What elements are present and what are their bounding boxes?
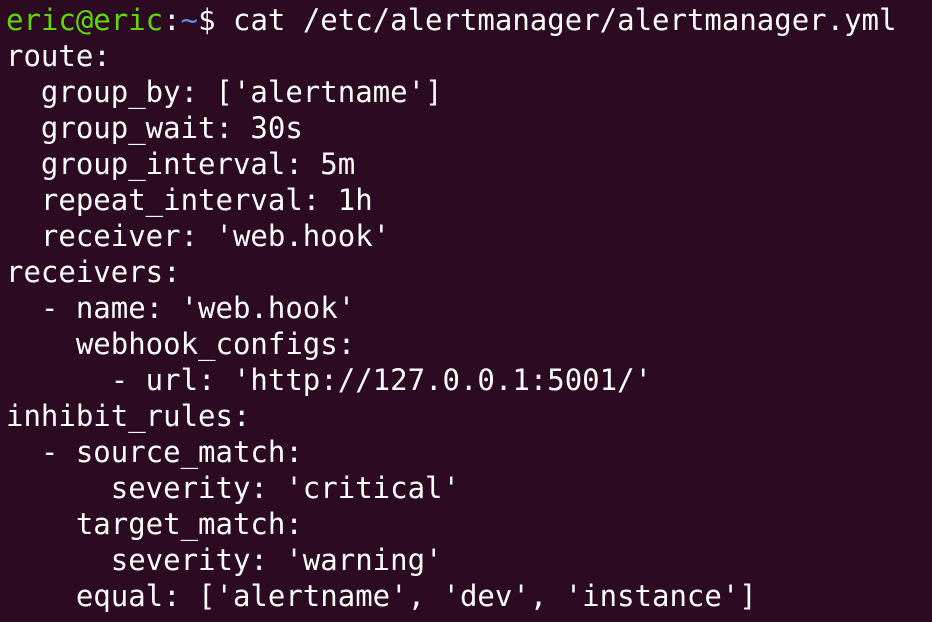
output-line: repeat_interval: 1h xyxy=(6,183,373,217)
output-line: route: xyxy=(6,39,111,73)
output-line: target_match: xyxy=(6,507,303,541)
output-line: group_by: ['alertname'] xyxy=(6,75,443,109)
prompt-separator: : xyxy=(163,3,181,37)
output-line: receivers: xyxy=(6,255,181,289)
output-line: inhibit_rules: xyxy=(6,399,251,433)
output-line: severity: 'warning' xyxy=(6,543,443,577)
output-line: group_interval: 5m xyxy=(6,147,356,181)
output-line: - source_match: xyxy=(6,435,303,469)
output-line: equal: ['alertname', 'dev', 'instance'] xyxy=(6,579,757,613)
output-line: - url: 'http://127.0.0.1:5001/' xyxy=(6,363,653,397)
output-line: webhook_configs: xyxy=(6,327,356,361)
prompt-command: cat /etc/alertmanager/alertmanager.yml xyxy=(233,3,897,37)
output-line: receiver: 'web.hook' xyxy=(6,219,391,253)
output-line: group_wait: 30s xyxy=(6,111,303,145)
output-line: severity: 'critical' xyxy=(6,471,460,505)
prompt-line: eric@eric:~$ cat /etc/alertmanager/alert… xyxy=(6,2,932,38)
prompt-symbol: $ xyxy=(198,3,233,37)
output-line: - name: 'web.hook' xyxy=(6,291,356,325)
prompt-user-host: eric@eric xyxy=(6,3,164,37)
prompt-cwd: ~ xyxy=(180,3,199,37)
terminal-window[interactable]: eric@eric:~$ cat /etc/alertmanager/alert… xyxy=(0,0,932,622)
